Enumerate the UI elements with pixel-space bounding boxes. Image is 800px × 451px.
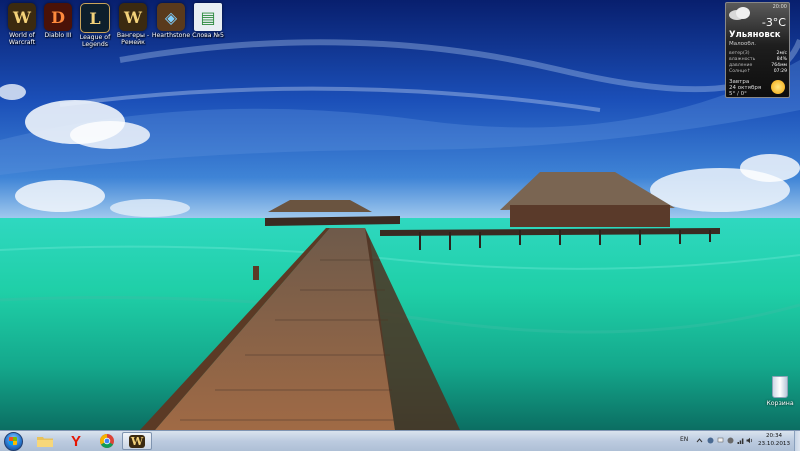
taskbar: Y W EN 20:34 23.10.2013 [0, 430, 800, 451]
weather-row-label: Солнце↑ [729, 69, 751, 74]
clock-time: 20:34 [765, 433, 783, 439]
clock-date: 23.10.2013 [758, 440, 791, 447]
volume-icon[interactable] [746, 437, 753, 444]
wallpaper [0, 0, 800, 430]
weather-city: Ульяновск [729, 30, 781, 40]
chrome-taskbar-button[interactable] [92, 432, 122, 450]
chevron-up-icon[interactable] [696, 437, 703, 444]
weather-time: 20:00 [772, 4, 787, 10]
recycle-bin-icon [772, 376, 788, 398]
flag-icon[interactable] [717, 437, 724, 444]
league-of-legends-icon: L [80, 3, 110, 33]
wow-icon: W [128, 434, 146, 448]
show-desktop-button[interactable] [794, 431, 800, 451]
weather-region: Малообл. [729, 41, 757, 47]
yandex-icon: Y [70, 432, 81, 450]
world-of-warcraft-taskbar-button[interactable]: W [122, 432, 152, 450]
language-indicator[interactable]: EN [680, 436, 688, 443]
signal-bars-icon[interactable] [737, 437, 744, 444]
weather-row: Солнце↑ 07:29 [729, 69, 787, 75]
cloud-icon [729, 7, 750, 20]
weather-gadget[interactable]: 20:00 -3°C Ульяновск Малообл. ветер(З) 2м… [725, 2, 790, 98]
hearthstone-icon: ◈ [157, 3, 185, 31]
network-icon[interactable] [707, 437, 714, 444]
update-icon[interactable] [727, 437, 734, 444]
recycle-bin[interactable]: Корзина [762, 376, 798, 407]
forecast-temp: 5° / 0° [729, 91, 747, 98]
weather-forecast: Завтра 24 октября 5° / 0° [729, 79, 761, 98]
explorer-taskbar-button[interactable] [30, 432, 60, 450]
spreadsheet-file-icon: ▤ [194, 3, 222, 31]
weather-row-value: 07:29 [773, 69, 787, 74]
desktop[interactable]: W World of Warcraft D Diablo III L Leagu… [0, 0, 800, 430]
folder-icon [37, 437, 53, 447]
weather-details: ветер(З) 2м/с влажность 84% давление 764мм … [729, 51, 787, 75]
yandex-browser-taskbar-button[interactable]: Y [61, 432, 91, 450]
sun-icon [771, 80, 785, 94]
recycle-bin-label: Корзина [766, 400, 794, 407]
slova-n5-document[interactable]: ▤ Слова №5 [186, 3, 230, 39]
diablo-iii-icon: D [44, 3, 72, 31]
start-button[interactable] [2, 432, 24, 451]
windows-logo-icon [3, 432, 23, 451]
clock[interactable]: 20:34 23.10.2013 [758, 433, 790, 448]
world-of-warcraft-icon: W [8, 3, 36, 31]
weather-temperature: -3°C [761, 16, 786, 29]
slova-n5-label: Слова №5 [192, 32, 224, 39]
chrome-icon [100, 434, 114, 448]
vangers-remake-icon: W [119, 3, 147, 31]
